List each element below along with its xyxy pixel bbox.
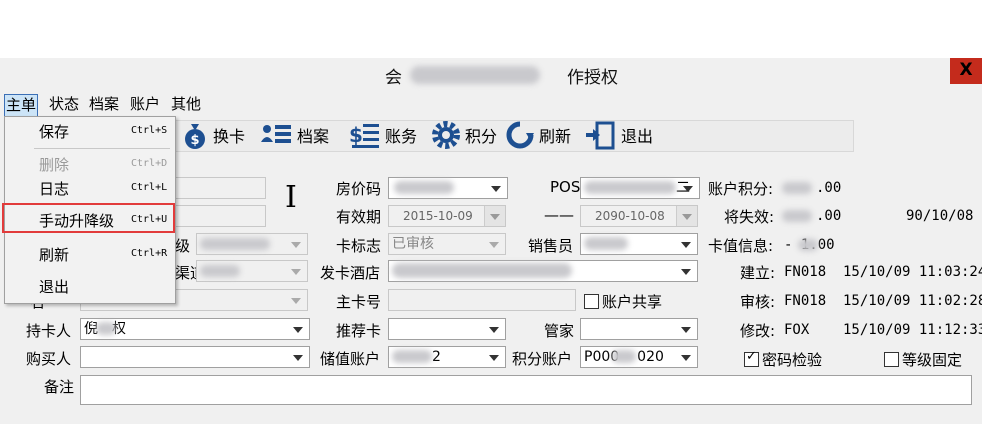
dollar-list-icon: $ [349, 123, 379, 148]
manager-label: 管家 [544, 322, 575, 340]
redaction-blur [782, 182, 812, 194]
money-bag-icon: $ [185, 124, 205, 149]
refresh-icon [506, 121, 534, 149]
hidden-field-1[interactable] [170, 177, 266, 199]
refresh-button[interactable]: 刷新 [504, 119, 571, 151]
card-flag-label: 卡标志 [336, 237, 382, 255]
card-flag-select[interactable]: 已审核 [388, 233, 506, 255]
redaction-blur [798, 239, 818, 251]
holder-label: 持卡人 [26, 322, 72, 340]
points-info-value: .00 [816, 180, 842, 196]
referrer-select[interactable] [388, 318, 506, 340]
referrer-label: 推荐卡 [336, 322, 382, 340]
menu-item-refresh[interactable]: 刷新 Ctrl+R [5, 241, 173, 269]
expiring-value: .00 [816, 208, 842, 224]
expiring-date: 90/10/08 [906, 208, 974, 224]
level-label: 级 [175, 237, 191, 255]
svg-text:$: $ [190, 133, 199, 148]
pos-label: POS [550, 178, 581, 196]
menu-account[interactable]: 账户 [129, 94, 161, 115]
buyer-select[interactable] [80, 346, 310, 368]
created-value: FN018 15/10/09 11:03:24 [784, 264, 982, 280]
buyer-label: 购买人 [26, 350, 72, 368]
created-label: 建立: [740, 264, 776, 282]
exchange-card-label: 换卡 [213, 127, 246, 146]
highlight-box [2, 203, 175, 233]
redaction-blur [200, 238, 270, 250]
checkbox-box [884, 352, 899, 367]
issuing-hotel-label: 发卡酒店 [320, 264, 381, 282]
close-button[interactable]: X [950, 58, 982, 84]
redaction-blur [392, 263, 572, 278]
room-price-label: 房价码 [336, 180, 382, 198]
audited-value: FN018 15/10/09 11:02:28 [784, 293, 982, 309]
menu-archive[interactable]: 档案 [88, 94, 120, 115]
exit-label: 退出 [621, 127, 654, 146]
archive-label: 档案 [297, 127, 330, 146]
shared-account-checkbox[interactable]: 账户共享 [584, 291, 662, 312]
redaction-blur [584, 237, 628, 250]
points-info-label: 账户积分: [708, 180, 774, 198]
menu-main[interactable]: 主单 [4, 94, 39, 117]
menu-item-save[interactable]: 保存 Ctrl+S [5, 118, 173, 146]
level-fixed-checkbox[interactable]: 等级固定 [884, 349, 962, 370]
refresh-label: 刷新 [539, 127, 572, 146]
points-account-label: 积分账户 [512, 350, 573, 368]
gear-icon [432, 121, 460, 149]
password-check-checkbox[interactable]: 密码检验 [744, 349, 822, 370]
sales-label: 销售员 [528, 237, 574, 255]
menu-status[interactable]: 状态 [48, 94, 80, 115]
valid-from-date[interactable]: 2015-10-09 [388, 205, 506, 227]
redaction-blur [612, 350, 636, 363]
valid-label: 有效期 [336, 208, 382, 226]
date-range-dash: —— [544, 206, 574, 224]
redaction-blur [392, 350, 432, 363]
svg-text:$: $ [349, 123, 363, 147]
main-card-label: 主卡号 [336, 293, 382, 311]
redaction-blur [782, 210, 812, 222]
password-check-label: 密码检验 [762, 351, 823, 369]
level-fixed-label: 等级固定 [902, 351, 963, 369]
remark-input[interactable] [80, 375, 972, 405]
points-label: 积分 [465, 127, 498, 146]
menu-item-log[interactable]: 日志 Ctrl+L [5, 175, 173, 203]
main-card-input[interactable] [388, 289, 576, 311]
exit-button[interactable]: 退出 [584, 119, 653, 151]
menu-separator [34, 148, 170, 149]
text-cursor-icon: I [285, 180, 297, 215]
redaction-blur [584, 181, 676, 194]
menu-item-exit[interactable]: 退出 [5, 273, 173, 301]
menu-other[interactable]: 其他 [170, 94, 202, 115]
exchange-card-button[interactable]: $ 换卡 [180, 119, 245, 151]
remark-label: 备注 [44, 378, 75, 396]
exit-door-icon [586, 121, 615, 150]
stored-value-label: 储值账户 [320, 350, 381, 368]
valid-to-date[interactable]: 2090-10-08 [580, 205, 698, 227]
shared-account-label: 账户共享 [602, 293, 663, 311]
accounts-button[interactable]: $ 账务 [348, 119, 417, 151]
checkbox-box [584, 294, 599, 309]
audited-label: 审核: [740, 293, 776, 311]
checkbox-box-checked [744, 349, 759, 367]
points-button[interactable]: 积分 [430, 119, 497, 151]
hidden-field-2[interactable] [170, 205, 266, 227]
modified-value: FOX 15/10/09 11:12:33 [784, 322, 982, 338]
desktop-background [0, 0, 982, 58]
archive-button[interactable]: 档案 [260, 119, 329, 151]
stored-info-label: 卡值信息: [708, 237, 774, 255]
redaction-blur [200, 265, 240, 277]
contact-list-icon [261, 125, 291, 143]
manager-select[interactable] [580, 318, 698, 340]
modified-label: 修改: [740, 322, 776, 340]
redaction-blur [410, 66, 540, 84]
redaction-blur [96, 322, 116, 335]
points-account-select[interactable]: P000 020 [580, 346, 698, 368]
redaction-blur [394, 181, 454, 194]
expiring-label: 将失效: [724, 208, 775, 226]
accounts-label: 账务 [385, 127, 418, 146]
